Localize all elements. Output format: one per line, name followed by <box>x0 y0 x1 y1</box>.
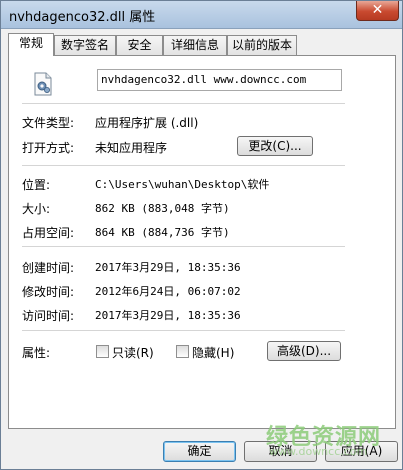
dll-file-icon <box>34 72 52 96</box>
size-on-disk-label: 占用空间: <box>22 226 75 240</box>
close-button[interactable]: ✕ <box>356 1 399 21</box>
modified-value: 2012年6月24日, 06:07:02 <box>95 285 241 298</box>
created-label: 创建时间: <box>22 261 75 275</box>
readonly-checkbox[interactable] <box>96 345 109 358</box>
general-panel: nvhdagenco32.dll www.downcc.com 文件类型: 应用… <box>8 55 396 429</box>
size-label: 大小: <box>22 202 51 216</box>
modified-label: 修改时间: <box>22 285 75 299</box>
divider <box>22 103 345 104</box>
window-title: nvhdagenco32.dll 属性 <box>9 10 156 25</box>
size-value: 862 KB (883,048 字节) <box>95 202 230 215</box>
divider <box>22 165 345 166</box>
change-button[interactable]: 更改(C)... <box>237 136 313 156</box>
hidden-label[interactable]: 隐藏(H) <box>192 344 234 361</box>
file-name-field[interactable]: nvhdagenco32.dll www.downcc.com <box>97 69 342 91</box>
title-bar[interactable]: nvhdagenco32.dll 属性 ✕ <box>1 1 402 29</box>
file-type-value: 应用程序扩展 (.dll) <box>95 116 199 130</box>
accessed-value: 2017年3月29日, 18:35:36 <box>95 309 241 322</box>
opens-with-value: 未知应用程序 <box>95 141 168 155</box>
accessed-label: 访问时间: <box>22 309 75 323</box>
close-icon: ✕ <box>371 2 384 18</box>
location-value: C:\Users\wuhan\Desktop\软件 <box>95 178 270 191</box>
hidden-checkbox[interactable] <box>176 345 189 358</box>
created-value: 2017年3月29日, 18:35:36 <box>95 261 241 274</box>
properties-window: nvhdagenco32.dll 属性 ✕ 常规 数字签名 安全 详细信息 以前… <box>0 0 403 470</box>
readonly-label[interactable]: 只读(R) <box>112 344 154 361</box>
divider <box>22 246 345 247</box>
ok-button[interactable]: 确定 <box>163 441 236 462</box>
attributes-label: 属性: <box>22 346 51 360</box>
divider <box>22 330 345 331</box>
tab-previous-versions[interactable]: 以前的版本 <box>227 35 297 55</box>
file-type-label: 文件类型: <box>22 116 75 130</box>
tab-general[interactable]: 常规 <box>8 33 54 56</box>
size-on-disk-value: 864 KB (884,736 字节) <box>95 226 230 239</box>
tab-digital-signatures[interactable]: 数字签名 <box>54 35 116 55</box>
opens-with-label: 打开方式: <box>22 141 75 155</box>
watermark-url: www.downcc.com <box>269 445 368 458</box>
tab-security[interactable]: 安全 <box>116 35 163 55</box>
location-label: 位置: <box>22 178 51 192</box>
tab-details[interactable]: 详细信息 <box>163 35 227 55</box>
advanced-button[interactable]: 高级(D)... <box>267 341 341 361</box>
